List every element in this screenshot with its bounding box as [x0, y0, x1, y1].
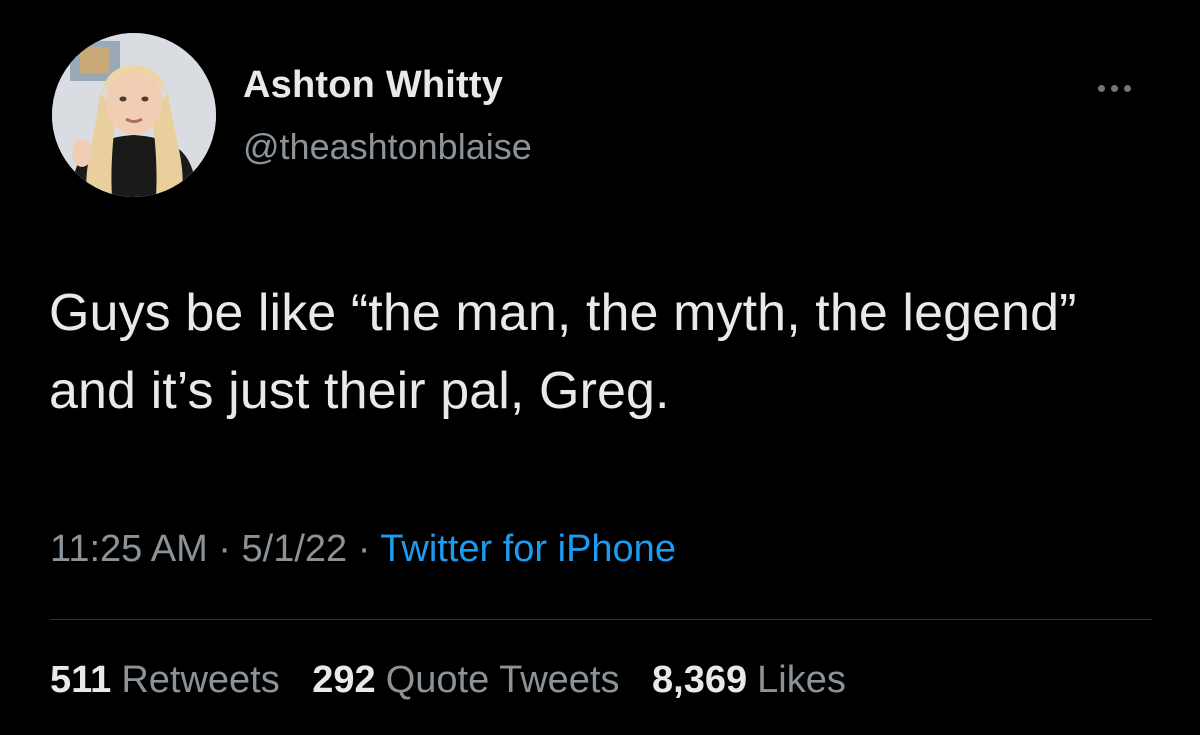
tweet-date[interactable]: 5/1/22 [242, 528, 348, 570]
likes-count: 8,369 [652, 659, 748, 701]
quote-tweets-count: 292 [312, 659, 376, 701]
display-name[interactable]: Ashton Whitty [243, 64, 503, 107]
tweet-meta: 11:25 AM · 5/1/22 · Twitter for iPhone [50, 528, 676, 571]
retweets-stat[interactable]: 511 Retweets [50, 659, 280, 702]
tweet-stats: 511 Retweets 292 Quote Tweets 8,369 Likes [50, 659, 868, 702]
more-dot [1097, 84, 1105, 92]
avatar[interactable] [52, 33, 216, 197]
meta-separator: · [218, 528, 242, 570]
more-horizontal-icon[interactable] [1082, 72, 1146, 104]
likes-label: Likes [757, 659, 846, 701]
meta-separator: · [357, 528, 381, 570]
tweet-card: Ashton Whitty @theashtonblaise Guys be l… [0, 0, 1200, 735]
retweets-count: 511 [50, 659, 112, 701]
divider [50, 619, 1152, 620]
avatar-image [52, 33, 216, 197]
more-dot [1123, 84, 1131, 92]
tweet-time[interactable]: 11:25 AM [50, 528, 208, 570]
tweet-text: Guys be like “the man, the myth, the leg… [49, 284, 1077, 420]
likes-stat[interactable]: 8,369 Likes [652, 659, 846, 702]
retweets-label: Retweets [121, 659, 280, 701]
quote-tweets-label: Quote Tweets [385, 659, 620, 701]
tweet-source-link[interactable]: Twitter for iPhone [380, 528, 676, 570]
more-dot [1110, 84, 1118, 92]
quote-tweets-stat[interactable]: 292 Quote Tweets [312, 659, 619, 702]
user-handle[interactable]: @theashtonblaise [243, 126, 532, 168]
